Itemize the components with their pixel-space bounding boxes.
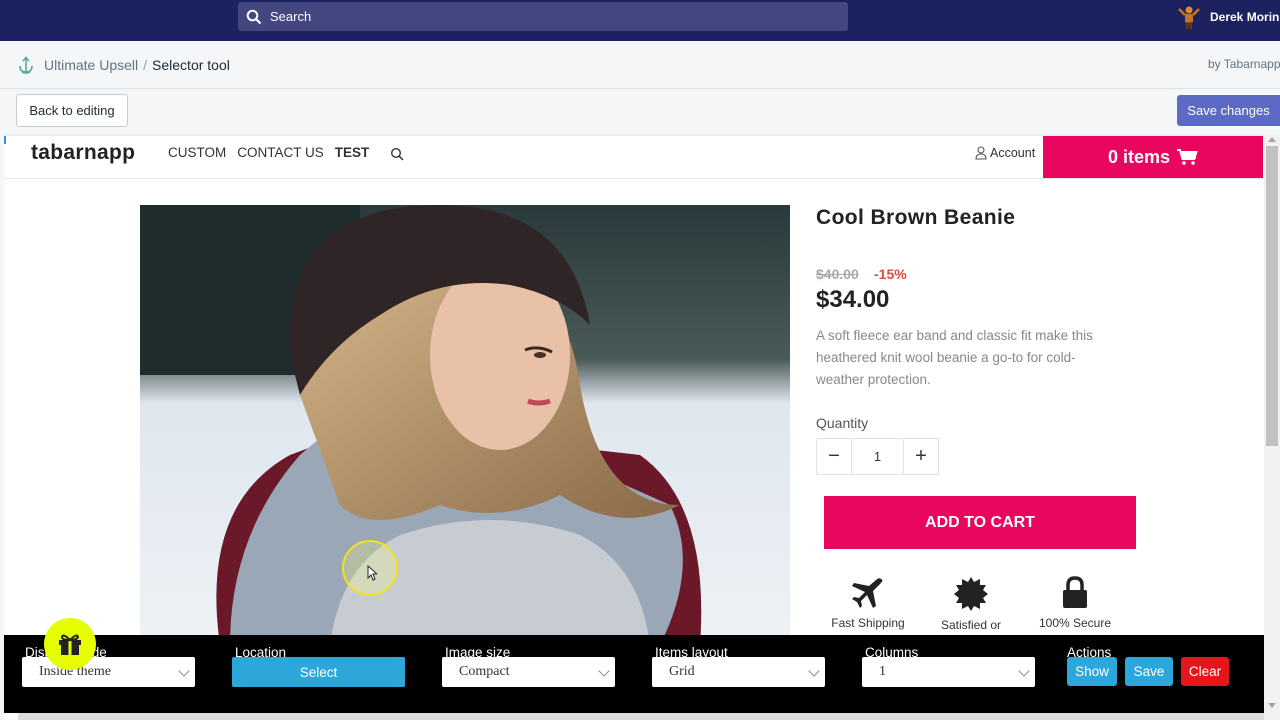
chevron-down-icon xyxy=(598,665,610,677)
badge-label: Fast Shipping xyxy=(831,616,905,630)
cart-button[interactable]: 0 items xyxy=(1043,136,1263,178)
menu-item-test[interactable]: TEST xyxy=(335,145,370,161)
store-menu: CUSTOM CONTACT US TEST xyxy=(168,145,404,161)
user-menu[interactable]: Derek Morin xyxy=(1176,5,1280,29)
store-header: tabarnapp CUSTOM CONTACT US TEST Account… xyxy=(4,136,1264,179)
breadcrumb-separator: / xyxy=(143,57,148,73)
lock-icon xyxy=(1063,576,1087,608)
quantity-increase-button[interactable]: + xyxy=(904,439,938,474)
chevron-down-icon xyxy=(178,665,190,677)
columns-value: 1 xyxy=(879,664,886,679)
trust-badge-satisfaction: Satisfied or xyxy=(916,576,1026,632)
seal-icon xyxy=(954,577,988,611)
admin-top-bar: Search Derek Morin xyxy=(0,0,1280,41)
user-name: Derek Morin xyxy=(1210,10,1280,24)
save-changes-button[interactable]: Save changes xyxy=(1177,95,1280,126)
compare-at-price: $40.00 xyxy=(816,266,859,282)
badge-label: 100% Secure xyxy=(1038,616,1112,630)
product-image[interactable] xyxy=(140,205,790,645)
clear-button[interactable]: Clear xyxy=(1181,657,1229,686)
chevron-down-icon xyxy=(808,665,820,677)
image-size-select[interactable]: Compact xyxy=(442,657,615,687)
horizontal-scrollbar[interactable] xyxy=(18,713,1264,720)
back-to-editing-button[interactable]: Back to editing xyxy=(16,94,128,127)
quantity-input[interactable]: 1 xyxy=(851,439,904,474)
chevron-down-icon xyxy=(1018,665,1030,677)
search-placeholder: Search xyxy=(270,9,312,24)
product-price: $34.00 xyxy=(816,286,890,313)
breadcrumb: Ultimate Upsell / Selector tool xyxy=(16,55,230,75)
vertical-scrollbar[interactable] xyxy=(1264,134,1280,720)
trust-badge-shipping: Fast Shipping xyxy=(813,576,923,630)
items-layout-value: Grid xyxy=(669,664,695,679)
search-bar[interactable]: Search xyxy=(238,2,848,31)
developer-credit: by Tabarnapp xyxy=(1208,57,1280,71)
selector-toolbar: Display mode Inside theme Location Selec… xyxy=(4,635,1264,713)
badge-label: Satisfied or xyxy=(940,618,1002,632)
product-photo xyxy=(140,205,790,645)
cart-icon xyxy=(1177,149,1198,165)
columns-select[interactable]: 1 xyxy=(862,657,1035,687)
scrollbar-thumb[interactable] xyxy=(1266,146,1278,446)
page-title: Selector tool xyxy=(152,57,230,73)
account-link[interactable]: Account xyxy=(975,146,1035,160)
location-select-button[interactable]: Select xyxy=(232,657,405,687)
quantity-label: Quantity xyxy=(816,415,869,431)
store-search-icon[interactable] xyxy=(390,147,404,161)
user-icon xyxy=(975,146,987,160)
discount-badge: -15% xyxy=(874,266,907,282)
anchor-app-icon xyxy=(19,56,33,74)
store-logo[interactable]: tabarnapp xyxy=(31,141,135,165)
image-size-value: Compact xyxy=(459,664,510,679)
menu-item-contact[interactable]: CONTACT US xyxy=(237,145,324,161)
mouse-pointer-icon xyxy=(367,565,377,581)
airplane-icon xyxy=(852,578,883,608)
cart-count: 0 items xyxy=(1107,146,1171,167)
search-icon xyxy=(246,9,262,24)
account-label: Account xyxy=(990,146,1036,160)
breadcrumb-app-link[interactable]: Ultimate Upsell xyxy=(44,57,138,73)
display-mode-select[interactable]: Inside theme xyxy=(22,657,195,687)
quantity-decrease-button[interactable]: − xyxy=(817,439,851,474)
product-description: A soft fleece ear band and classic fit m… xyxy=(816,328,1093,387)
menu-item-custom[interactable]: CUSTOM xyxy=(168,145,226,161)
quantity-stepper: − 1 + xyxy=(816,438,939,475)
product-title: Cool Brown Beanie xyxy=(816,206,1016,229)
trust-badge-secure: 100% Secure xyxy=(1020,576,1130,630)
scroll-up-arrow[interactable] xyxy=(1268,137,1276,142)
avatar-icon xyxy=(1178,6,1200,29)
gift-icon xyxy=(59,634,81,655)
page-title-bar: Ultimate Upsell / Selector tool by Tabar… xyxy=(0,41,1280,89)
add-to-cart-button[interactable]: ADD TO CART xyxy=(824,496,1136,549)
save-button[interactable]: Save xyxy=(1125,657,1173,686)
gift-widget-button[interactable] xyxy=(44,618,96,670)
scroll-down-arrow[interactable] xyxy=(1268,703,1276,708)
storefront-preview: tabarnapp CUSTOM CONTACT US TEST Account… xyxy=(4,134,1264,720)
items-layout-select[interactable]: Grid xyxy=(652,657,825,687)
show-button[interactable]: Show xyxy=(1067,657,1117,686)
